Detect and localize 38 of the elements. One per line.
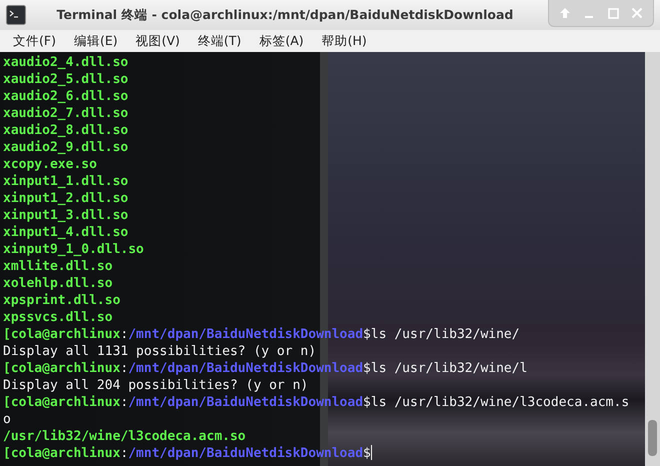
output-line: o — [3, 411, 12, 428]
minimize-icon — [585, 16, 593, 18]
output-line: Display all 204 possibilities? (y or n) — [3, 377, 310, 394]
menu-item[interactable]: 视图(V) — [126, 30, 189, 52]
output-line: Display all 1131 possibilities? (y or n) — [3, 343, 318, 360]
prompt-line: [cola@archlinux:/mnt/dpan/BaiduNetdiskDownload$ls /usr/lib32/wine/l3codeca.acm.s — [3, 394, 630, 411]
scrollbar-thumb[interactable] — [648, 420, 657, 456]
arrow-up-icon — [559, 7, 571, 19]
menu-item[interactable]: 帮助(H) — [312, 30, 376, 52]
menu-item[interactable]: 标签(A) — [250, 30, 313, 52]
terminal-icon — [6, 5, 26, 25]
completion-line: xinput1_3.dll.so — [3, 207, 130, 224]
completion-line: xinput1_2.dll.so — [3, 190, 130, 207]
completion-line: xcopy.exe.so — [3, 156, 98, 173]
completion-line: xaudio2_9.dll.so — [3, 139, 130, 156]
prompt-line: [cola@archlinux:/mnt/dpan/BaiduNetdiskDownload$ls /usr/lib32/wine/l — [3, 360, 528, 377]
menu-item[interactable]: 文件(F) — [4, 30, 65, 52]
prompt-line: [cola@archlinux:/mnt/dpan/BaiduNetdiskDownload$ — [3, 445, 373, 462]
completion-line: xinput9_1_0.dll.so — [3, 241, 145, 258]
scrollbar[interactable] — [645, 52, 660, 466]
completion-line: xinput1_1.dll.so — [3, 173, 130, 190]
completion-line: xolehlp.dll.so — [3, 275, 114, 292]
window-title: Terminal 终端 - cola@archlinux:/mnt/dpan/BaiduNetdiskDownload — [56, 6, 514, 24]
completion-line: xaudio2_4.dll.so — [3, 54, 130, 71]
menu-item[interactable]: 编辑(E) — [64, 30, 127, 52]
completion-line: xaudio2_6.dll.so — [3, 88, 130, 105]
completion-line: /usr/lib32/wine/l3codeca.acm.so — [3, 428, 247, 445]
completion-line: xpssvcs.dll.so — [3, 309, 114, 326]
close-icon — [631, 7, 643, 19]
completion-line: xpsprint.dll.so — [3, 292, 122, 309]
completion-line: xaudio2_8.dll.so — [3, 122, 130, 139]
completion-line: xaudio2_7.dll.so — [3, 105, 130, 122]
maximize-icon — [608, 8, 618, 18]
completion-line: xmllite.dll.so — [3, 258, 114, 275]
menu-item[interactable]: 终端(T) — [188, 30, 250, 52]
prompt-line: [cola@archlinux:/mnt/dpan/BaiduNetdiskDownload$ls /usr/lib32/wine/ — [3, 326, 521, 343]
completion-line: xaudio2_5.dll.so — [3, 71, 130, 88]
completion-line: xinput1_4.dll.so — [3, 224, 130, 241]
